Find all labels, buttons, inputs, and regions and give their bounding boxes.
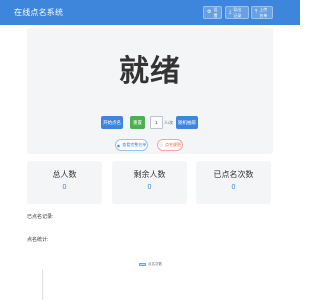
rules-label: 点名规则 bbox=[165, 142, 181, 147]
random-pick-button[interactable]: 随机抽取 bbox=[176, 116, 198, 129]
rollcall-rules-button[interactable]: ⓘ 点名规则 bbox=[157, 139, 183, 151]
settings-label: 设置 bbox=[213, 6, 218, 18]
remaining-count-label: 剩余人数 bbox=[133, 170, 166, 179]
status-display: 就绪 bbox=[119, 54, 181, 89]
start-rollcall-button[interactable]: 开始点名 bbox=[101, 116, 123, 129]
info-icon: ⓘ bbox=[159, 142, 163, 147]
total-count-label: 总人数 bbox=[52, 170, 77, 179]
called-count-card: 已点名次数 0 bbox=[196, 161, 271, 204]
legend-swatch bbox=[139, 263, 146, 266]
remaining-count-card: 剩余人数 0 bbox=[112, 161, 187, 204]
called-count-label: 已点名次数 bbox=[213, 170, 254, 179]
app-title: 在线点名系统 bbox=[14, 8, 64, 17]
eye-icon: ◉ bbox=[116, 142, 121, 148]
view-list-label: 查看完整名单 bbox=[122, 142, 147, 147]
record-section-label: 已点名记录: bbox=[27, 214, 54, 220]
legend-label: 点名次数 bbox=[148, 262, 162, 266]
reset-button[interactable]: 重置 bbox=[130, 116, 145, 129]
stats-section-label: 点名统计: bbox=[27, 237, 49, 243]
total-count-value: 0 bbox=[62, 184, 67, 191]
upload-icon: ⤒ bbox=[255, 9, 258, 15]
view-full-list-button[interactable]: ◉ 查看完整名单 bbox=[115, 139, 148, 151]
count-input[interactable]: 1 bbox=[150, 116, 163, 129]
download-icon: ⤓ bbox=[229, 9, 232, 15]
upload-list-button[interactable]: ⤒ 上传名单 bbox=[251, 6, 273, 19]
export-label: 导出记录 bbox=[233, 6, 242, 18]
total-count-card: 总人数 0 bbox=[27, 161, 102, 204]
remaining-count-value: 0 bbox=[147, 184, 152, 191]
chart-y-axis bbox=[42, 270, 43, 300]
stats-chart bbox=[27, 252, 273, 300]
gear-icon: ⚙ bbox=[207, 9, 212, 15]
settings-button[interactable]: ⚙ 设置 bbox=[203, 6, 222, 19]
top-bar: 在线点名系统 ⚙ 设置 ⤓ 导出记录 ⤒ 上传名单 bbox=[0, 0, 300, 25]
export-records-button[interactable]: ⤓ 导出记录 bbox=[225, 6, 249, 19]
upload-label: 上传名单 bbox=[259, 6, 268, 18]
count-unit-label: 人/次 bbox=[164, 120, 174, 125]
chart-legend[interactable]: 点名次数 bbox=[139, 262, 162, 267]
called-count-value: 0 bbox=[231, 184, 236, 191]
